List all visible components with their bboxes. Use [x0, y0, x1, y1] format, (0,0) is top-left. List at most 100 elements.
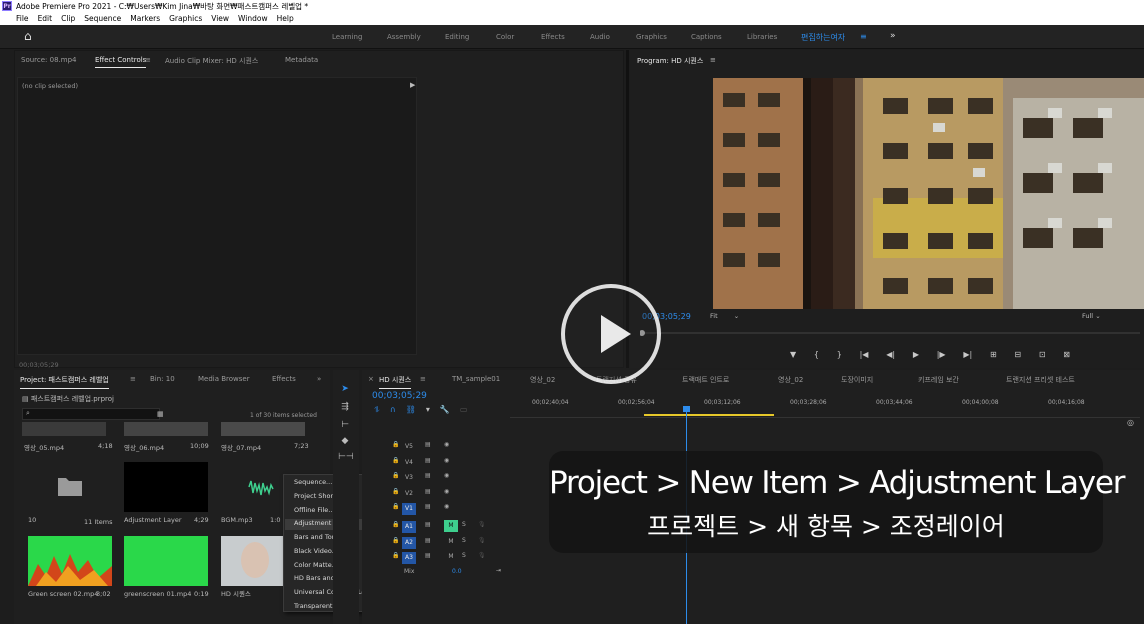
thumbnail-adjustment-layer[interactable]	[124, 462, 208, 512]
razor-tool-icon[interactable]: ◆	[338, 436, 352, 448]
menu-edit[interactable]: Edit	[38, 14, 53, 23]
tab-bin[interactable]: Bin: 10	[150, 375, 175, 383]
tab-media-browser[interactable]: Media Browser	[198, 375, 250, 383]
eye-icon[interactable]: ◉	[444, 488, 449, 495]
tab-stamp-image[interactable]: 도장이미지	[841, 375, 873, 385]
timeline-menu-icon[interactable]: ≡	[420, 375, 426, 383]
workspace-libraries[interactable]: Libraries	[747, 33, 777, 41]
video-play-overlay-button[interactable]	[561, 284, 661, 384]
microphone-icon[interactable]: 🎙	[478, 552, 486, 559]
workspace-color[interactable]: Color	[496, 33, 514, 41]
mix-value[interactable]: 0.0	[452, 568, 462, 575]
workspace-editing[interactable]: Editing	[445, 33, 469, 41]
go-to-out-icon[interactable]: ▶|	[963, 350, 972, 362]
home-icon[interactable]: ⌂	[24, 30, 36, 42]
mark-out-icon[interactable]: }	[837, 350, 842, 362]
wrench-icon[interactable]: 🔧	[440, 405, 450, 415]
step-back-icon[interactable]: ◀|	[886, 350, 895, 362]
project-search-input[interactable]: ⌕	[22, 408, 160, 420]
menu-item-black-video[interactable]: Black Video...	[294, 547, 338, 555]
sync-lock-icon[interactable]: ▤	[425, 441, 431, 448]
ripple-edit-tool-icon[interactable]: ⊢	[338, 420, 352, 432]
sync-lock-icon[interactable]: ▤	[425, 537, 431, 544]
lock-icon[interactable]: 🔒	[392, 488, 399, 495]
go-to-end-icon[interactable]: ⇥	[496, 567, 501, 574]
menu-sequence[interactable]: Sequence	[84, 14, 121, 23]
eye-icon[interactable]: ◉	[444, 441, 449, 448]
track-label-a1[interactable]: A1	[402, 521, 416, 533]
close-tab-icon[interactable]: ×	[368, 375, 374, 383]
tab-hd-sequence[interactable]: HD 시퀀스	[379, 375, 412, 389]
tab-source[interactable]: Source: 08.mp4	[21, 56, 76, 64]
scrollbar-handle-icon[interactable]: ◎	[1127, 418, 1134, 427]
project-more-icon[interactable]: »	[317, 375, 321, 383]
tab-project[interactable]: Project: 패스트캠퍼스 레벨업	[20, 375, 109, 389]
timeline-ruler[interactable]: 00;02;40;04 00;02;56;04 00;03;12;06 00;0…	[510, 396, 1140, 418]
track-label-a3[interactable]: A3	[402, 552, 416, 564]
lock-icon[interactable]: 🔒	[392, 552, 399, 559]
add-marker-icon[interactable]: ▾	[426, 405, 430, 415]
snap-icon[interactable]: ∩	[390, 405, 396, 415]
playhead-handle[interactable]	[683, 406, 690, 412]
fit-select[interactable]: Fit ⌄	[710, 312, 746, 322]
solo-button[interactable]: S	[462, 552, 466, 559]
workspace-captions[interactable]: Captions	[691, 33, 722, 41]
effect-controls-menu-icon[interactable]: ≡	[145, 56, 151, 64]
add-marker-icon[interactable]: ▼	[790, 350, 796, 362]
mute-button[interactable]: M	[444, 551, 458, 563]
thumbnail-bgm[interactable]	[221, 462, 282, 512]
new-bin-from-search-icon[interactable]: ▦	[157, 410, 164, 418]
tab-tm-sample01[interactable]: TM_sample01	[452, 375, 500, 383]
thumbnail-video-05[interactable]	[22, 422, 106, 436]
menu-item-sequence[interactable]: Sequence...	[294, 478, 332, 486]
workspace-more-icon[interactable]: »	[890, 31, 896, 41]
thumbnail-hd-sequence[interactable]	[221, 536, 287, 586]
workspace-learning[interactable]: Learning	[332, 33, 362, 41]
go-to-in-icon[interactable]: |◀	[860, 350, 869, 362]
thumbnail-video-07[interactable]	[221, 422, 305, 436]
lock-icon[interactable]: 🔒	[392, 441, 399, 448]
step-forward-icon[interactable]: |▶	[937, 350, 946, 362]
track-label-v3[interactable]: V3	[402, 472, 416, 484]
extract-icon[interactable]: ⊟	[1014, 350, 1021, 362]
track-label-v1[interactable]: V1	[402, 503, 416, 515]
workspace-graphics[interactable]: Graphics	[636, 33, 667, 41]
program-time-ruler[interactable]	[640, 329, 1140, 337]
thumbnail-video-06[interactable]	[124, 422, 208, 436]
work-area-bar[interactable]	[644, 414, 774, 416]
tab-keyframe-interpolation[interactable]: 키프레임 보간	[918, 375, 959, 385]
resolution-select[interactable]: Full ⌄	[1082, 312, 1101, 320]
timeline-timecode[interactable]: 00;03;05;29	[372, 391, 427, 401]
lift-icon[interactable]: ⊞	[990, 350, 997, 362]
mute-button[interactable]: M	[444, 536, 458, 548]
tab-effect-controls[interactable]: Effect Controls	[95, 56, 147, 68]
lock-icon[interactable]: 🔒	[392, 503, 399, 510]
lock-icon[interactable]: 🔒	[392, 472, 399, 479]
sync-lock-icon[interactable]: ▤	[425, 503, 431, 510]
menu-graphics[interactable]: Graphics	[169, 14, 202, 23]
eye-icon[interactable]: ◉	[444, 472, 449, 479]
program-menu-icon[interactable]: ≡	[710, 56, 716, 64]
sync-lock-icon[interactable]: ▤	[425, 552, 431, 559]
sync-lock-icon[interactable]: ▤	[425, 521, 431, 528]
expand-arrow-icon[interactable]: ▶	[410, 81, 415, 89]
workspace-menu-icon[interactable]: ≡	[860, 32, 867, 41]
tab-video-02-b[interactable]: 영상_02	[778, 375, 803, 385]
tab-metadata[interactable]: Metadata	[285, 56, 318, 64]
eye-icon[interactable]: ◉	[444, 503, 449, 510]
solo-button[interactable]: S	[462, 537, 466, 544]
play-icon[interactable]: ▶	[913, 350, 919, 362]
sync-lock-icon[interactable]: ▤	[425, 472, 431, 479]
tab-transition-preset-test[interactable]: 트랜지션 프리셋 테스트	[1006, 375, 1075, 385]
selection-tool-icon[interactable]: ➤	[338, 384, 352, 396]
tab-track-matte-intro[interactable]: 트랙매트 인트로	[682, 375, 729, 385]
captions-icon[interactable]: ▭	[460, 405, 468, 415]
microphone-icon[interactable]: 🎙	[478, 537, 486, 544]
tab-effects[interactable]: Effects	[272, 375, 296, 383]
menu-view[interactable]: View	[211, 14, 229, 23]
menu-item-color-matte[interactable]: Color Matte...	[294, 561, 338, 569]
mute-button[interactable]: M	[444, 520, 458, 532]
tab-audio-clip-mixer[interactable]: Audio Clip Mixer: HD 시퀀스	[165, 56, 258, 66]
workspace-assembly[interactable]: Assembly	[387, 33, 421, 41]
comparison-view-icon[interactable]: ⊠	[1063, 350, 1070, 362]
